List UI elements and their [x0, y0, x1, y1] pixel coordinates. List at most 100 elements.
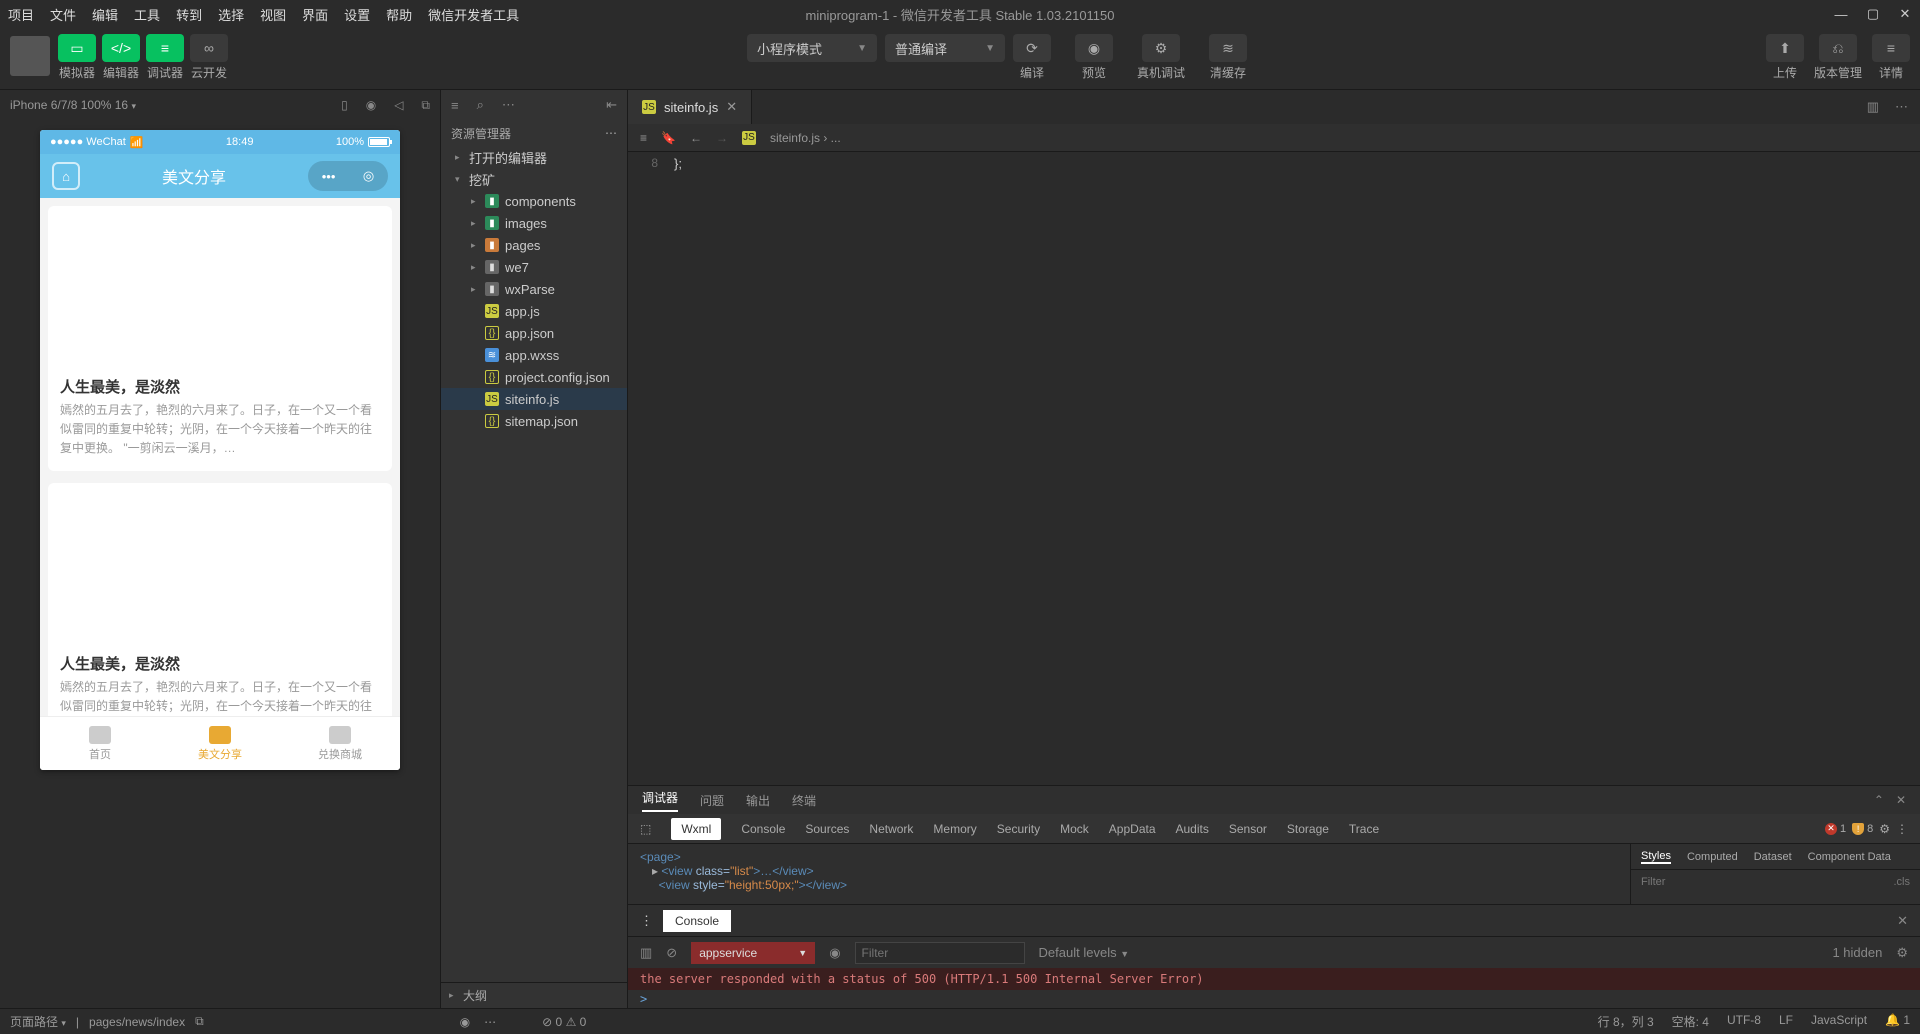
tab-dataset[interactable]: Dataset [1754, 851, 1792, 863]
tab-styles[interactable]: Styles [1641, 850, 1671, 864]
search-icon[interactable]: ⌕ [477, 97, 484, 113]
tab-mall[interactable]: 兑换商城 [280, 717, 400, 770]
tab-network[interactable]: Network [869, 822, 913, 836]
menu-edit[interactable]: 编辑 [92, 5, 118, 24]
eye-icon[interactable]: ◉ [460, 1015, 470, 1029]
compile-button[interactable]: ⟳编译 [1013, 34, 1051, 81]
menu-ui[interactable]: 界面 [302, 5, 328, 24]
cloud-dev-button[interactable]: ∞云开发 [190, 34, 228, 81]
more-icon[interactable]: ⋯ [1895, 99, 1908, 115]
more-icon[interactable]: ⋯ [605, 126, 617, 140]
menu-wechat[interactable]: 微信开发者工具 [428, 5, 519, 24]
target-icon[interactable]: ◎ [363, 168, 374, 184]
tab-storage[interactable]: Storage [1287, 822, 1329, 836]
console-prompt[interactable]: > [628, 990, 1920, 1008]
tree-folder[interactable]: ▸▮images [441, 212, 627, 234]
copy-icon[interactable]: ⧉ [195, 1014, 204, 1029]
tab-computed[interactable]: Computed [1687, 851, 1738, 863]
file-tab[interactable]: JS siteinfo.js ✕ [628, 90, 752, 124]
tab-problems[interactable]: 问题 [700, 792, 724, 809]
close-tab-icon[interactable]: ✕ [726, 99, 737, 115]
tab-security[interactable]: Security [997, 822, 1040, 836]
tab-sources[interactable]: Sources [805, 822, 849, 836]
page-path-label[interactable]: 页面路径 ▾ [10, 1013, 66, 1030]
clear-cache-button[interactable]: ≋清缓存 [1209, 34, 1247, 81]
more-icon[interactable]: ⋯ [502, 97, 515, 113]
level-selector[interactable]: Default levels ▼ [1039, 945, 1130, 960]
settings-icon[interactable]: ⚙ [1879, 822, 1890, 836]
tree-file[interactable]: JSapp.js [441, 300, 627, 322]
simulator-button[interactable]: ▭模拟器 [58, 34, 96, 81]
tab-trace[interactable]: Trace [1349, 822, 1379, 836]
nav-back-icon[interactable]: ← [690, 131, 702, 145]
cursor-position[interactable]: 行 8，列 3 [1598, 1013, 1654, 1030]
error-badge[interactable]: ✕1 [1825, 823, 1846, 835]
tree-folder[interactable]: ▸▮wxParse [441, 278, 627, 300]
tab-articles[interactable]: 美文分享 [160, 717, 280, 770]
home-icon[interactable]: ⌂ [52, 162, 80, 190]
inspect-element-icon[interactable]: ⬚ [640, 822, 651, 836]
remote-debug-button[interactable]: ⚙真机调试 [1137, 34, 1185, 81]
back-icon[interactable]: ◁ [394, 98, 403, 113]
dom-tree[interactable]: <page> ▸ <view class="list">…</view> <vi… [628, 844, 1630, 904]
close-panel-icon[interactable]: ✕ [1896, 793, 1906, 807]
tree-section[interactable]: ▾挖矿 [441, 168, 627, 190]
console-filter-input[interactable] [855, 942, 1025, 964]
code-editor[interactable]: 8 }; [628, 152, 1920, 785]
article-card[interactable]: 人生最美，是淡然 嫣然的五月去了，艳烈的六月来了。日子，在一个又一个看似雷同的重… [48, 206, 392, 471]
warning-badge[interactable]: !8 [1852, 823, 1873, 835]
tree-file[interactable]: ≋app.wxss [441, 344, 627, 366]
page-content[interactable]: 人生最美，是淡然 嫣然的五月去了，艳烈的六月来了。日子，在一个又一个看似雷同的重… [40, 198, 400, 716]
breadcrumb[interactable]: siteinfo.js › ... [770, 131, 841, 145]
tree-folder[interactable]: ▸▮we7 [441, 256, 627, 278]
preview-button[interactable]: ◉预览 [1075, 34, 1113, 81]
upload-button[interactable]: ⬆上传 [1766, 34, 1804, 81]
tab-home[interactable]: 首页 [40, 717, 160, 770]
sidebar-toggle-icon[interactable]: ▥ [640, 945, 652, 961]
tab-debugger[interactable]: 调试器 [642, 789, 678, 812]
tab-output[interactable]: 输出 [746, 792, 770, 809]
bookmark-icon[interactable]: 🔖 [661, 131, 676, 145]
collapse-icon[interactable]: ⇤ [606, 97, 617, 113]
record-icon[interactable]: ◉ [366, 98, 376, 113]
details-button[interactable]: ≡详情 [1872, 34, 1910, 81]
menu-dots-icon[interactable]: ••• [322, 169, 336, 184]
gear-icon[interactable]: ⚙ [1896, 945, 1908, 961]
rotate-icon[interactable]: ▯ [341, 98, 348, 113]
avatar[interactable] [10, 36, 50, 76]
menu-view[interactable]: 视图 [260, 5, 286, 24]
menu-file[interactable]: 文件 [50, 5, 76, 24]
debugger-button[interactable]: ≡调试器 [146, 34, 184, 81]
more-icon[interactable]: ⋯ [484, 1015, 496, 1029]
tab-appdata[interactable]: AppData [1109, 822, 1156, 836]
tree-file[interactable]: {}project.config.json [441, 366, 627, 388]
compile-dropdown[interactable]: 普通编译▼ [885, 34, 1005, 62]
tab-terminal[interactable]: 终端 [792, 792, 816, 809]
kebab-icon[interactable]: ⋮ [640, 913, 653, 929]
device-selector[interactable]: iPhone 6/7/8 100% 16 ▾ [10, 98, 136, 112]
language-mode[interactable]: JavaScript [1811, 1013, 1867, 1030]
tab-audits[interactable]: Audits [1176, 822, 1209, 836]
mode-dropdown[interactable]: 小程序模式▼ [747, 34, 877, 62]
clear-console-icon[interactable]: ⊘ [666, 945, 677, 961]
maximize-button[interactable]: ▢ [1866, 7, 1880, 21]
cls-toggle[interactable]: .cls [1894, 876, 1911, 888]
tree-file[interactable]: {}app.json [441, 322, 627, 344]
collapse-panel-icon[interactable]: ⌃ [1874, 793, 1884, 807]
menu-settings[interactable]: 设置 [344, 5, 370, 24]
tree-folder[interactable]: ▸▮components [441, 190, 627, 212]
version-button[interactable]: ⎌版本管理 [1814, 34, 1862, 81]
code-content[interactable]: }; [668, 152, 1920, 785]
eye-icon[interactable]: ◉ [829, 945, 840, 961]
notifications-icon[interactable]: 🔔 1 [1885, 1013, 1910, 1030]
error-count[interactable]: ⊘ 0 ⚠ 0 [542, 1015, 586, 1029]
multiwindow-icon[interactable]: ⧉ [421, 98, 430, 113]
list-icon[interactable]: ≡ [451, 98, 459, 113]
article-card[interactable]: 人生最美，是淡然 嫣然的五月去了，艳烈的六月来了。日子，在一个又一个看似雷同的重… [48, 483, 392, 716]
tab-mock[interactable]: Mock [1060, 822, 1089, 836]
menu-tools[interactable]: 工具 [134, 5, 160, 24]
tab-sensor[interactable]: Sensor [1229, 822, 1267, 836]
tree-file[interactable]: {}sitemap.json [441, 410, 627, 432]
tree-file[interactable]: JSsiteinfo.js [441, 388, 627, 410]
close-button[interactable]: ✕ [1898, 7, 1912, 21]
